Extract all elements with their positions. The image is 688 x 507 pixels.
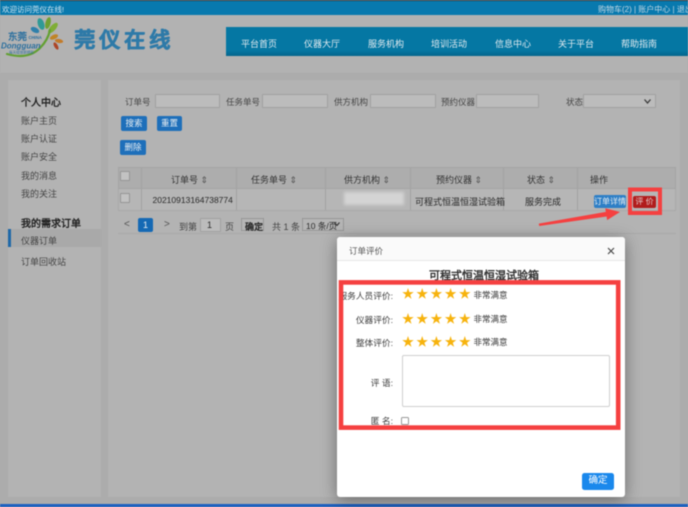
svg-text:每天绽放新精彩: 每天绽放新精彩 (9, 50, 35, 55)
svg-text:CHINA: CHINA (29, 35, 42, 40)
svg-text:Dongguan: Dongguan (1, 42, 41, 51)
